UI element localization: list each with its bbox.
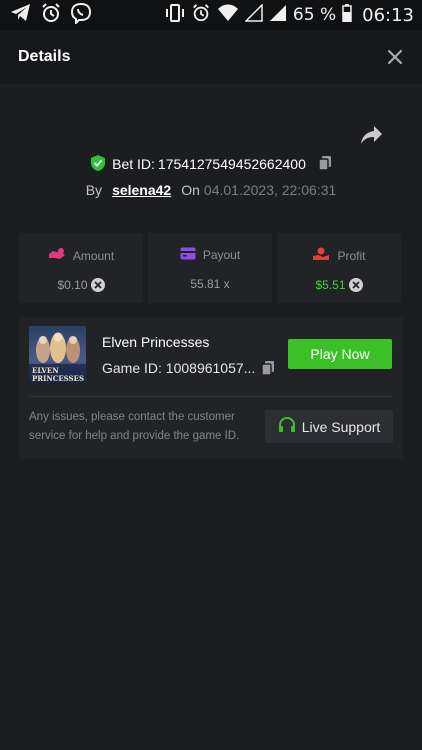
copy-icon[interactable] <box>318 155 332 174</box>
vibrate-icon <box>165 3 185 27</box>
thumb-title-2: PRINCESSES <box>32 374 85 383</box>
support-note: Any issues, please contact the customer … <box>29 411 240 442</box>
by-label: By <box>85 182 103 198</box>
amount-label: Amount <box>72 248 115 263</box>
share-icon[interactable] <box>360 124 384 146</box>
alarm-icon <box>191 3 211 27</box>
payout-card: Payout 55.81 x <box>148 233 272 303</box>
amount-card: Amount $0.10 <box>19 233 143 303</box>
amount-icon <box>48 247 66 264</box>
bet-id-row: Bet ID: 1754127549452662400 <box>0 154 422 174</box>
profit-card: Profit $5.51 <box>277 233 401 303</box>
battery-percent: 65 % <box>292 5 337 25</box>
viber-icon <box>70 2 92 28</box>
page-title: Details <box>18 48 71 65</box>
game-card: ELVEN PRINCESSES Elven Princesses Game I… <box>19 317 403 459</box>
amount-value: $0.10 <box>57 278 88 292</box>
details-header: Details <box>0 30 422 84</box>
payout-value: 55.81 x <box>190 277 230 291</box>
profit-icon <box>312 247 330 264</box>
bet-date: 04.01.2023, 22:06:31 <box>203 182 337 198</box>
profit-label: Profit <box>337 248 366 263</box>
game-id: Game ID: 1008961057... <box>102 360 255 376</box>
copy-icon[interactable] <box>261 360 275 381</box>
live-support-label: Live Support <box>301 418 381 435</box>
close-circle-icon <box>90 278 105 292</box>
shield-check-icon <box>90 154 106 175</box>
close-circle-icon <box>348 278 363 292</box>
on-label: On <box>181 182 200 198</box>
username-link[interactable]: selena42 <box>112 182 171 198</box>
wifi-icon <box>217 4 239 26</box>
play-now-button[interactable]: Play Now <box>288 339 392 369</box>
clock: 06:13 <box>362 4 414 26</box>
payout-icon <box>180 247 196 263</box>
game-id-value: 1008961057... <box>165 360 256 376</box>
signal-icon <box>269 4 287 26</box>
status-bar: 65 % 06:13 <box>0 0 422 30</box>
bet-id-value: 1754127549452662400 <box>157 156 306 172</box>
live-support-button[interactable]: Live Support <box>265 410 393 443</box>
payout-label: Payout <box>202 248 241 262</box>
battery-icon <box>342 4 352 26</box>
bet-id-label: Bet ID: <box>112 156 155 172</box>
telegram-icon <box>10 3 32 27</box>
headset-icon <box>278 416 296 437</box>
divider <box>29 396 393 397</box>
bet-author-row: By selena42 On 04.01.2023, 22:06:31 <box>0 180 422 200</box>
game-id-label: Game ID: <box>102 360 162 376</box>
alarm-icon <box>40 2 62 28</box>
profit-value: $5.51 <box>315 278 346 292</box>
signal-icon <box>244 3 263 26</box>
game-name: Elven Princesses <box>102 334 210 350</box>
game-thumbnail[interactable]: ELVEN PRINCESSES <box>29 326 86 383</box>
bet-stats: Amount $0.10 Payout 55.81 x Profit $5.51 <box>19 233 401 303</box>
close-icon[interactable] <box>386 48 404 66</box>
